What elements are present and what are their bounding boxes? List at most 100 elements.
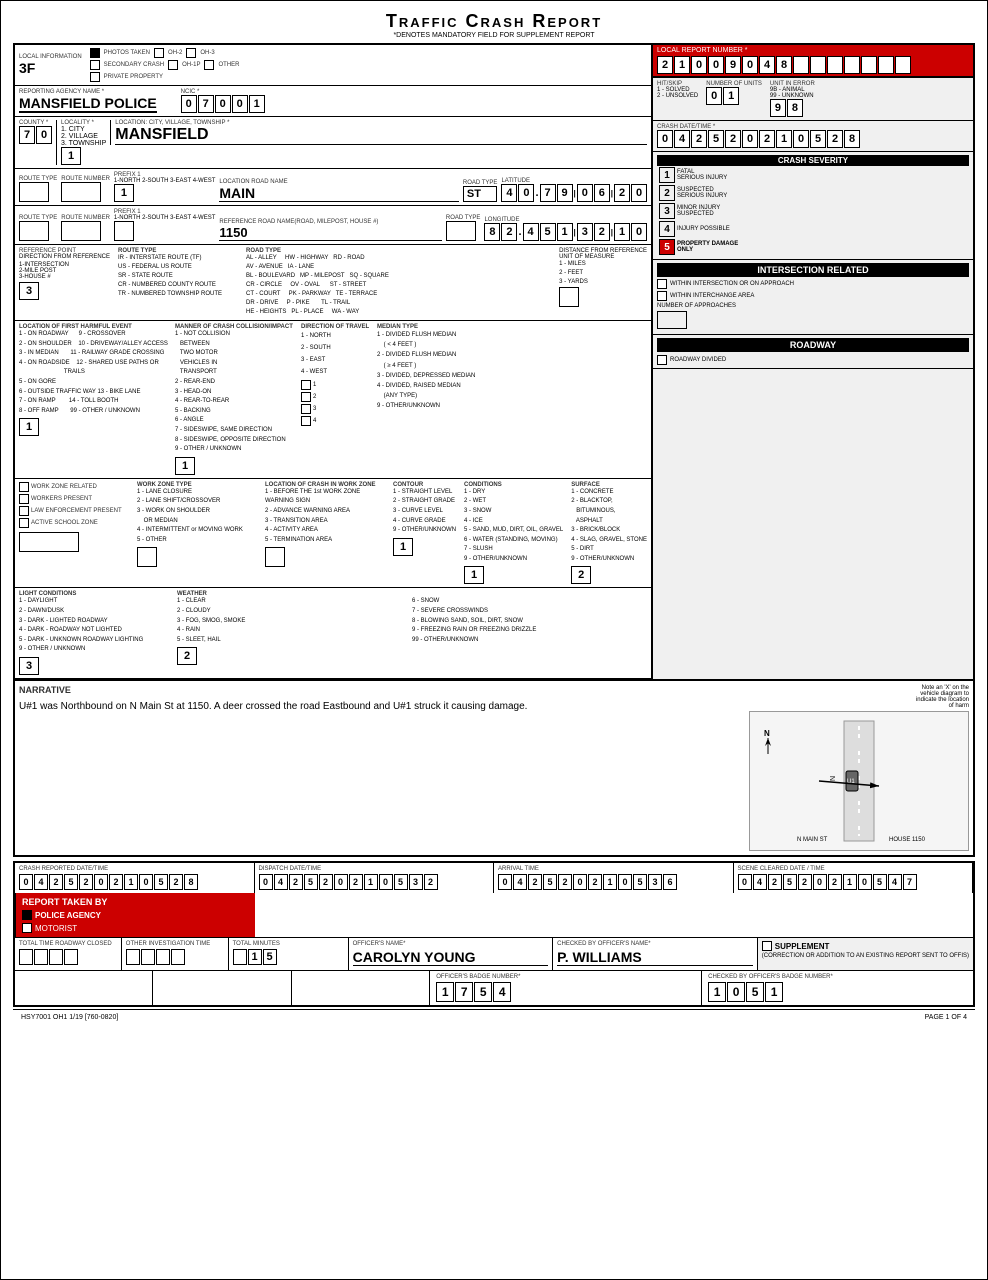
crash-severity-section: CRASH SEVERITY 1 FATALSERIOUS INJURY 2 S… — [653, 152, 973, 260]
report-title: Traffic Crash Report — [13, 11, 975, 32]
officer-name-cell: OFFICER'S NAME* CAROLYN YOUNG — [349, 938, 554, 970]
prefix1-value: 1 — [114, 184, 134, 202]
road-svg: N N MAIN ST HOUSE 1150 U1 — [759, 716, 959, 846]
law-enf-check: LAW ENFORCEMENT PRESENT — [19, 506, 129, 516]
crash-reported-chars: 0 4 2 5 2 0 2 1 0 5 2 8 — [19, 874, 198, 890]
rn-4: 4 — [759, 56, 775, 74]
route2-type-label: ROUTE TYPE — [19, 215, 57, 221]
ncic-group: NCIC * 0 7 0 0 1 — [181, 89, 265, 113]
route-type-label: ROUTE TYPE — [19, 176, 57, 182]
bn-1: 1 — [436, 982, 454, 1002]
cdt-2: 2 — [691, 130, 707, 148]
roadway-closed-chars — [19, 949, 78, 965]
times-row: CRASH REPORTED DATE/TIME 0 4 2 5 2 0 2 1… — [15, 863, 973, 938]
secondary-crash-checkbox[interactable] — [90, 60, 100, 70]
road-type-label: ROAD TYPE — [463, 180, 498, 186]
route2-section: ROUTE TYPE ROUTE NUMBER PREFIX 1 1-NORTH… — [15, 206, 651, 245]
num-approaches-label: NUMBER OF APPROACHES — [657, 303, 969, 309]
prefix2-input[interactable] — [114, 221, 134, 241]
private-row: PRIVATE PROPERTY — [90, 72, 240, 82]
rn-0: 0 — [691, 56, 707, 74]
workers-label: WORKERS PRESENT — [31, 496, 92, 502]
di-0: 0 — [259, 874, 273, 890]
law-enforcement-checkbox[interactable] — [19, 506, 29, 516]
lat-6: 6 — [594, 184, 610, 202]
lon-1: 1 — [557, 223, 573, 241]
motorist-row: MOTORIST — [22, 923, 249, 933]
total-minutes-label: TOTAL MINUTES — [233, 941, 344, 947]
route-type-codes: ROUTE TYPE IR - INTERSTATE ROUTE (TF) US… — [118, 248, 238, 317]
severity-1: 1 FATALSERIOUS INJURY — [657, 166, 969, 184]
badge-spacer — [15, 971, 153, 1005]
cr-0: 0 — [19, 874, 33, 890]
diagram-note: Note an 'X' on thevehicle diagram toindi… — [749, 685, 969, 709]
location-wz-list: 1 - BEFORE THE 1st WORK ZONE WARNING SIG… — [265, 488, 385, 546]
road-type-group: ROAD TYPE ST — [463, 180, 498, 202]
secondary-crash-label: SECONDARY CRASH — [104, 62, 164, 68]
total-minutes-cell: TOTAL MINUTES 1 5 — [229, 938, 349, 970]
oh2-checkbox[interactable] — [154, 48, 164, 58]
dir-4: 4 — [301, 416, 371, 426]
photos-label: PHOTOS TAKEN — [104, 50, 150, 56]
roadway-divided-checkbox[interactable] — [657, 355, 667, 365]
lon-4: 4 — [523, 223, 539, 241]
rn-blank1 — [793, 56, 809, 74]
workers-checkbox[interactable] — [19, 494, 29, 504]
ar-2b: 2 — [558, 874, 572, 890]
cr-2: 2 — [49, 874, 63, 890]
motorist-checkbox[interactable] — [22, 923, 32, 933]
other-checkbox[interactable] — [204, 60, 214, 70]
route2-num-group: ROUTE NUMBER — [61, 215, 110, 241]
lat-0b: 0 — [577, 184, 593, 202]
ncic-1: 1 — [249, 95, 265, 113]
contour-list: 1 - STRAIGHT LEVEL 2 - STRAIGHT GRADE 3 … — [393, 488, 456, 536]
school-checkbox[interactable] — [19, 518, 29, 528]
workzone-value-input[interactable] — [19, 532, 79, 552]
narrative-layout: NARRATIVE U#1 was Northbound on N Main S… — [19, 685, 969, 851]
di-4: 4 — [274, 874, 288, 890]
photos-checkbox[interactable] — [90, 48, 100, 58]
photos-row: PHOTOS TAKEN OH-2 OH-3 — [90, 48, 240, 58]
route2-type-input[interactable] — [19, 221, 49, 241]
supplement-checkbox[interactable] — [762, 941, 772, 951]
workzone-checkbox[interactable] — [19, 482, 29, 492]
num-approaches-input[interactable] — [657, 311, 687, 329]
route2-type-group: ROUTE TYPE — [19, 215, 57, 241]
route-num-input[interactable] — [61, 182, 101, 202]
workzone-type-input[interactable] — [137, 547, 157, 567]
locality-opt3: 3. TOWNSHIP — [61, 140, 106, 147]
within-interchange-checkbox[interactable] — [657, 291, 667, 301]
route2-num-input[interactable] — [61, 221, 101, 241]
nu-1: 1 — [723, 87, 739, 105]
sc-4b: 4 — [888, 874, 902, 890]
dispatch-cell: DISPATCH DATE/TIME 0 4 2 5 2 0 2 1 0 5 3… — [255, 863, 495, 893]
private-property-checkbox[interactable] — [90, 72, 100, 82]
ue-8: 8 — [787, 99, 803, 117]
agency-value: MANSFIELD POLICE — [19, 95, 157, 113]
location-wz-input[interactable] — [265, 547, 285, 567]
school-check: ACTIVE SCHOOL ZONE — [19, 518, 129, 528]
rc-blank2 — [34, 949, 48, 965]
footer-page: PAGE 1 OF 4 — [925, 1014, 967, 1021]
rn-0b: 0 — [708, 56, 724, 74]
manner-value: 1 — [175, 457, 195, 475]
arrival-cell: ARRIVAL TIME 0 4 2 5 2 0 2 1 0 5 3 6 — [494, 863, 734, 893]
within-intersection-checkbox[interactable] — [657, 279, 667, 289]
route-type-input[interactable] — [19, 182, 49, 202]
rn-2: 2 — [657, 56, 673, 74]
svg-text:N: N — [764, 729, 770, 738]
other-investigation-label: OTHER INVESTIGATION TIME — [126, 941, 224, 947]
within-interchange-row: WITHIN INTERCHANGE AREA — [657, 291, 969, 301]
road2-type-input[interactable] — [446, 221, 476, 241]
cb-1: 1 — [708, 982, 726, 1002]
hitskip-row: HIT/SKIP 1 - SOLVED 2 - UNSOLVED NUMBER … — [657, 81, 969, 117]
distance-input[interactable] — [559, 287, 579, 307]
svg-text:N MAIN ST: N MAIN ST — [797, 837, 828, 843]
oh3-checkbox[interactable] — [186, 48, 196, 58]
police-agency-checkbox[interactable] — [22, 910, 32, 920]
locality-opt2: 2. VILLAGE — [61, 133, 106, 140]
oh1p-checkbox[interactable] — [168, 60, 178, 70]
county-chars: 7 0 — [19, 126, 52, 144]
lat-0c: 0 — [631, 184, 647, 202]
other-inv-chars — [126, 949, 185, 965]
